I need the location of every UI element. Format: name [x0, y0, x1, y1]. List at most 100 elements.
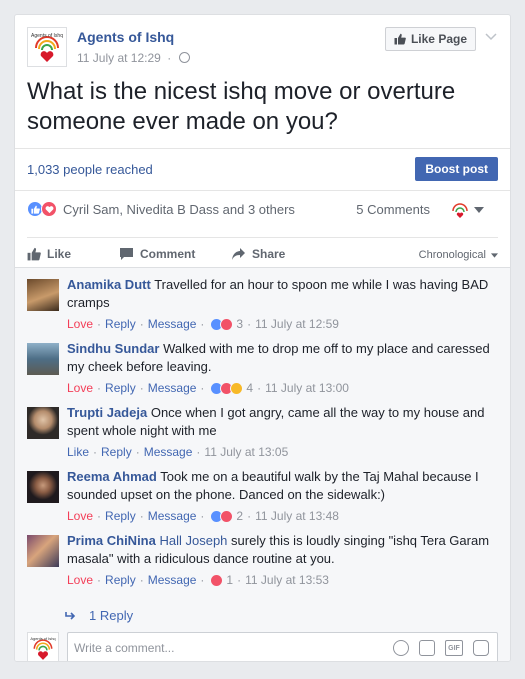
comment-reaction-icons[interactable] [210, 509, 234, 523]
message-link[interactable]: Message [144, 445, 193, 459]
separator-dot: · [200, 509, 205, 523]
comment-tools: GIF [393, 640, 489, 656]
sticker-icon[interactable] [473, 640, 489, 656]
view-replies-link[interactable]: 1 Reply [65, 608, 133, 623]
reaction-icons[interactable] [27, 201, 57, 217]
comment: Sindhu Sundar Walked with me to drop me … [27, 338, 498, 396]
comment-body: Sindhu Sundar Walked with me to drop me … [67, 340, 498, 376]
message-link[interactable]: Message [148, 317, 197, 331]
share-action-button[interactable]: Share [231, 247, 285, 261]
reply-arrow-icon [65, 611, 76, 620]
separator-dot: · [196, 445, 201, 459]
people-reached[interactable]: 1,033 people reached [27, 162, 153, 177]
reply-link[interactable]: Reply [105, 317, 136, 331]
separator-dot: · [139, 509, 144, 523]
love-reaction-link[interactable]: Love [67, 317, 93, 331]
reaction-names[interactable]: Cyril Sam, Nivedita B Dass and 3 others [63, 202, 295, 217]
reply-link[interactable]: Reply [101, 445, 132, 459]
message-link[interactable]: Message [148, 509, 197, 523]
reaction-count[interactable]: 4 [246, 381, 253, 395]
commenter-avatar[interactable] [27, 343, 59, 375]
comment-author[interactable]: Reema Ahmad [67, 469, 157, 484]
commenter-avatar[interactable] [27, 279, 59, 311]
comment-body: Trupti Jadeja Once when I got angry, cam… [67, 404, 498, 440]
emoji-icon[interactable] [393, 640, 409, 656]
comment-author[interactable]: Prima ChiNina [67, 533, 156, 548]
commenter-avatar[interactable] [27, 407, 59, 439]
comment: Prima ChiNina Hall Joseph surely this is… [27, 530, 498, 588]
comment: Anamika Dutt Travelled for an hour to sp… [27, 274, 498, 332]
love-reaction-icon [41, 201, 57, 217]
meta-dot: · [167, 51, 172, 65]
love-reaction-link[interactable]: Love [67, 381, 93, 395]
boost-post-button[interactable]: Boost post [415, 157, 498, 181]
post-text: What is the nicest ishq move or overture… [27, 78, 456, 135]
comment-actions: Like · Reply · Message · 11 July at 13:0… [67, 445, 288, 459]
comment-bubble-icon [120, 248, 133, 260]
comment-order-label: Chronological [418, 249, 486, 261]
comment-action-button[interactable]: Comment [119, 247, 195, 261]
comment-action-label: Comment [140, 247, 196, 261]
comment-time[interactable]: 11 July at 13:00 [265, 381, 349, 395]
write-comment-row: Agents of Ishq Write a comment... GIF [27, 632, 498, 661]
comment-input[interactable]: Write a comment... GIF [67, 632, 498, 661]
comment-time[interactable]: 11 July at 13:53 [245, 573, 329, 587]
comment-time[interactable]: 11 July at 13:48 [255, 509, 339, 523]
like-link[interactable]: Like [67, 445, 89, 459]
message-link[interactable]: Message [148, 573, 197, 587]
post-actions: Like Comment Share Chronological [27, 237, 498, 271]
comment-author[interactable]: Sindhu Sundar [67, 341, 159, 356]
comment-actions: Love · Reply · Message · 1 · 11 July at … [67, 573, 329, 587]
love-reaction-link[interactable]: Love [67, 573, 93, 587]
reaction-count[interactable]: 1 [226, 573, 233, 587]
reaction-count[interactable]: 3 [236, 317, 243, 331]
comment-placeholder: Write a comment... [74, 641, 175, 655]
separator-dot: · [247, 317, 252, 331]
comment-reaction-icons[interactable] [210, 381, 244, 395]
comment-body: Anamika Dutt Travelled for an hour to sp… [67, 276, 498, 312]
page-avatar[interactable]: Agents of Ishq [27, 27, 67, 67]
globe-icon[interactable] [178, 52, 190, 63]
thumbs-up-icon [394, 33, 406, 45]
message-link[interactable]: Message [148, 381, 197, 395]
comment-actions: Love · Reply · Message · 3 · 11 July at … [67, 317, 339, 331]
comment-reaction-icons[interactable] [210, 317, 234, 331]
separator-dot: · [97, 381, 102, 395]
camera-icon[interactable] [419, 640, 435, 656]
logo-text: Agents of Ishq [30, 636, 55, 641]
reply-link[interactable]: Reply [105, 381, 136, 395]
share-arrow-icon [232, 248, 245, 260]
comment-body: Prima ChiNina Hall Joseph surely this is… [67, 532, 498, 568]
tagged-user[interactable]: Hall Joseph [159, 533, 227, 548]
agents-of-ishq-logo: Agents of Ishq [31, 33, 63, 62]
comment-time[interactable]: 11 July at 13:05 [204, 445, 288, 459]
post-timestamp[interactable]: 11 July at 12:29 [77, 51, 161, 65]
agents-of-ishq-logo: Agents of Ishq [30, 636, 56, 660]
comment: Trupti Jadeja Once when I got angry, cam… [27, 402, 498, 460]
replies-count: 1 Reply [89, 608, 134, 623]
comment-order-dropdown[interactable]: Chronological [419, 249, 498, 261]
reaction-picker[interactable] [450, 200, 490, 220]
logo-text: Agents of Ishq [31, 33, 63, 39]
reaction-count[interactable]: 2 [236, 509, 243, 523]
reply-link[interactable]: Reply [105, 573, 136, 587]
like-action-button[interactable]: Like [27, 247, 71, 261]
page-name[interactable]: Agents of Ishq [77, 29, 174, 45]
reply-link[interactable]: Reply [105, 509, 136, 523]
comment-actions: Love · Reply · Message · 2 · 11 July at … [67, 509, 339, 523]
commenter-avatar[interactable] [27, 471, 59, 503]
separator-dot: · [97, 317, 102, 331]
like-page-button[interactable]: Like Page [384, 27, 476, 51]
commenter-avatar[interactable] [27, 535, 59, 567]
comment-reaction-icons[interactable] [210, 573, 224, 587]
comments-count[interactable]: 5 Comments [356, 202, 430, 217]
comment-author[interactable]: Trupti Jadeja [67, 405, 147, 420]
comment-time[interactable]: 11 July at 12:59 [255, 317, 339, 331]
separator-dot: · [139, 317, 144, 331]
love-reaction-link[interactable]: Love [67, 509, 93, 523]
like-action-label: Like [47, 247, 72, 261]
reactions-summary: Cyril Sam, Nivedita B Dass and 3 others … [27, 200, 498, 222]
comment-author[interactable]: Anamika Dutt [67, 277, 151, 292]
gif-icon[interactable]: GIF [445, 640, 463, 656]
post-options-chevron-icon[interactable] [484, 29, 498, 43]
